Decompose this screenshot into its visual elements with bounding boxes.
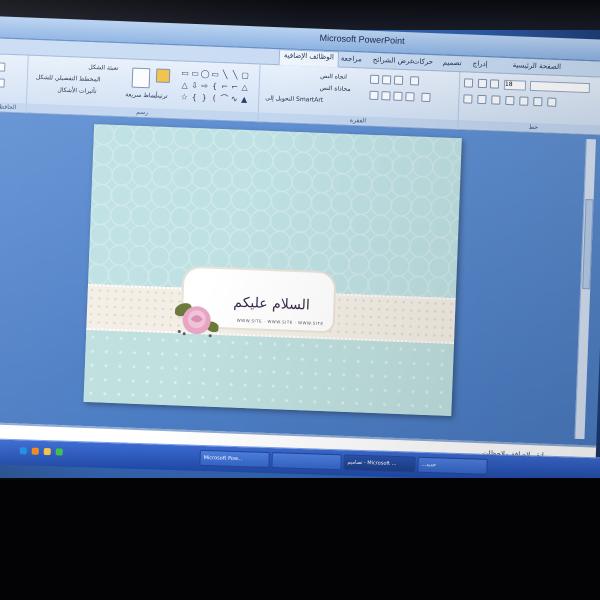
font-grow-icon[interactable] [477,78,488,89]
slide-greeting-text[interactable]: السلام عليكم [233,295,310,314]
brace-icon[interactable]: { [209,81,219,93]
bullets-icon[interactable] [369,74,380,85]
folder-icon[interactable] [43,447,51,456]
quick-styles-icon[interactable] [131,67,151,89]
arrange-button[interactable]: ترتيب [153,92,168,100]
photographed-screen: Microsoft PowerPoint الصفحة الرئيسية إدر… [0,0,600,600]
oval-icon[interactable]: ◯ [200,68,210,80]
align-center-icon[interactable] [381,91,391,101]
rectangle-icon[interactable]: ▭ [180,67,190,79]
rectangle-icon[interactable]: ▭ [190,68,200,80]
shadow-icon[interactable] [491,95,501,105]
font-color-icon[interactable] [463,94,473,104]
ie-icon[interactable] [19,447,27,455]
bent-arrow-icon[interactable]: ⌐ [219,81,229,93]
curve-icon[interactable]: ∿ [229,93,239,105]
group-label-clipboard: الحافظة [0,101,26,113]
group-clipboard: الحافظة [0,54,29,114]
paste-icon[interactable] [0,62,6,72]
rose-icon [174,303,220,338]
tab-design[interactable]: تصميم [439,57,466,68]
brace-icon[interactable]: { [189,92,199,104]
shape-fill-button[interactable]: تعبئة الشكل [88,64,118,72]
columns-icon[interactable] [421,92,431,103]
font-shrink-icon[interactable] [489,79,500,89]
line-spacing-icon[interactable] [409,76,420,86]
taskbar-task-designs[interactable]: تصاميم - Microsoft ... [343,454,416,473]
strikethrough-icon[interactable] [505,95,515,106]
group-drawing: تعبئة الشكل المخطط التفصيلي للشكل تأثيرا… [26,55,261,123]
slide-canvas[interactable]: السلام عليكم WWW.SITE · WWW.SITE · WWW.S… [83,124,462,417]
justify-icon[interactable] [405,92,415,102]
arrow-up-icon[interactable]: ▲ [239,94,249,106]
arc-icon[interactable]: ( [209,93,219,105]
tab-home[interactable]: الصفحة الرئيسية [509,60,566,72]
triangle-icon[interactable]: △ [179,79,189,91]
window-title: Microsoft PowerPoint [319,32,405,46]
monitor-bezel-bottom [0,478,600,600]
line-icon[interactable]: ╲ [220,69,230,81]
numbering-icon[interactable] [381,75,392,85]
font-name-field[interactable] [529,80,591,94]
line-icon[interactable]: ╲ [230,69,240,81]
char-spacing-icon[interactable] [477,94,487,105]
star-icon[interactable]: ☆ [179,91,189,103]
tab-slideshow[interactable]: عرض الشرائح [369,55,419,67]
powerpoint-window: Microsoft PowerPoint الصفحة الرئيسية إدر… [0,16,600,480]
arrow-icon[interactable]: ⇨ [199,80,209,92]
rectangle-icon[interactable]: ▭ [210,69,220,81]
underline-icon[interactable] [519,96,529,106]
messenger-icon[interactable] [55,448,63,456]
triangle-icon[interactable]: △ [239,82,249,94]
curve-icon[interactable]: ⌒ [219,93,229,105]
tab-insert[interactable]: إدراج [469,58,492,69]
shape-outline-button[interactable]: المخطط التفصيلي للشكل [36,74,101,83]
align-left-icon[interactable] [369,90,379,101]
indent-icon[interactable] [393,75,404,85]
taskbar-task-blank[interactable] [271,452,342,471]
convert-smartart-button[interactable]: التحويل إلى SmartArt [265,95,323,104]
font-size-field[interactable]: 18 [503,79,527,91]
bent-arrow-icon[interactable]: ⌐ [229,81,239,93]
group-font: 18 خط [458,72,600,136]
taskbar-task-powerpoint[interactable]: Microsoft Pow... [199,449,270,469]
text-direction-button[interactable]: اتجاه النص [320,73,347,81]
media-icon[interactable] [31,447,39,455]
shapes-gallery[interactable]: ▭ ▭ ◯ ▭ ╲ ╲ ▢ △ ⇩ ⇨{⌐ ⌐ △ ☆{}(⌒ ∿ ▲ [179,67,250,108]
clear-formatting-icon[interactable] [463,78,474,88]
cut-icon[interactable] [0,78,5,88]
dotted-lower-panel [83,329,454,417]
square-icon[interactable]: ▢ [240,70,250,82]
arrange-icon[interactable] [155,68,171,84]
arrow-icon[interactable]: ⇩ [189,80,199,92]
group-paragraph: اتجاه النص محاذاة النص التحويل إلى Smart… [258,64,461,131]
bold-icon[interactable] [547,97,557,107]
taskbar-task-new[interactable]: ...جديد [417,456,488,475]
brace-icon[interactable]: } [199,92,209,104]
align-right-icon[interactable] [393,91,403,101]
shape-effects-button[interactable]: تأثيرات الأشكال [57,87,96,95]
align-text-button[interactable]: محاذاة النص [320,85,351,93]
italic-icon[interactable] [533,96,543,107]
tab-review[interactable]: مراجعة [337,53,366,64]
